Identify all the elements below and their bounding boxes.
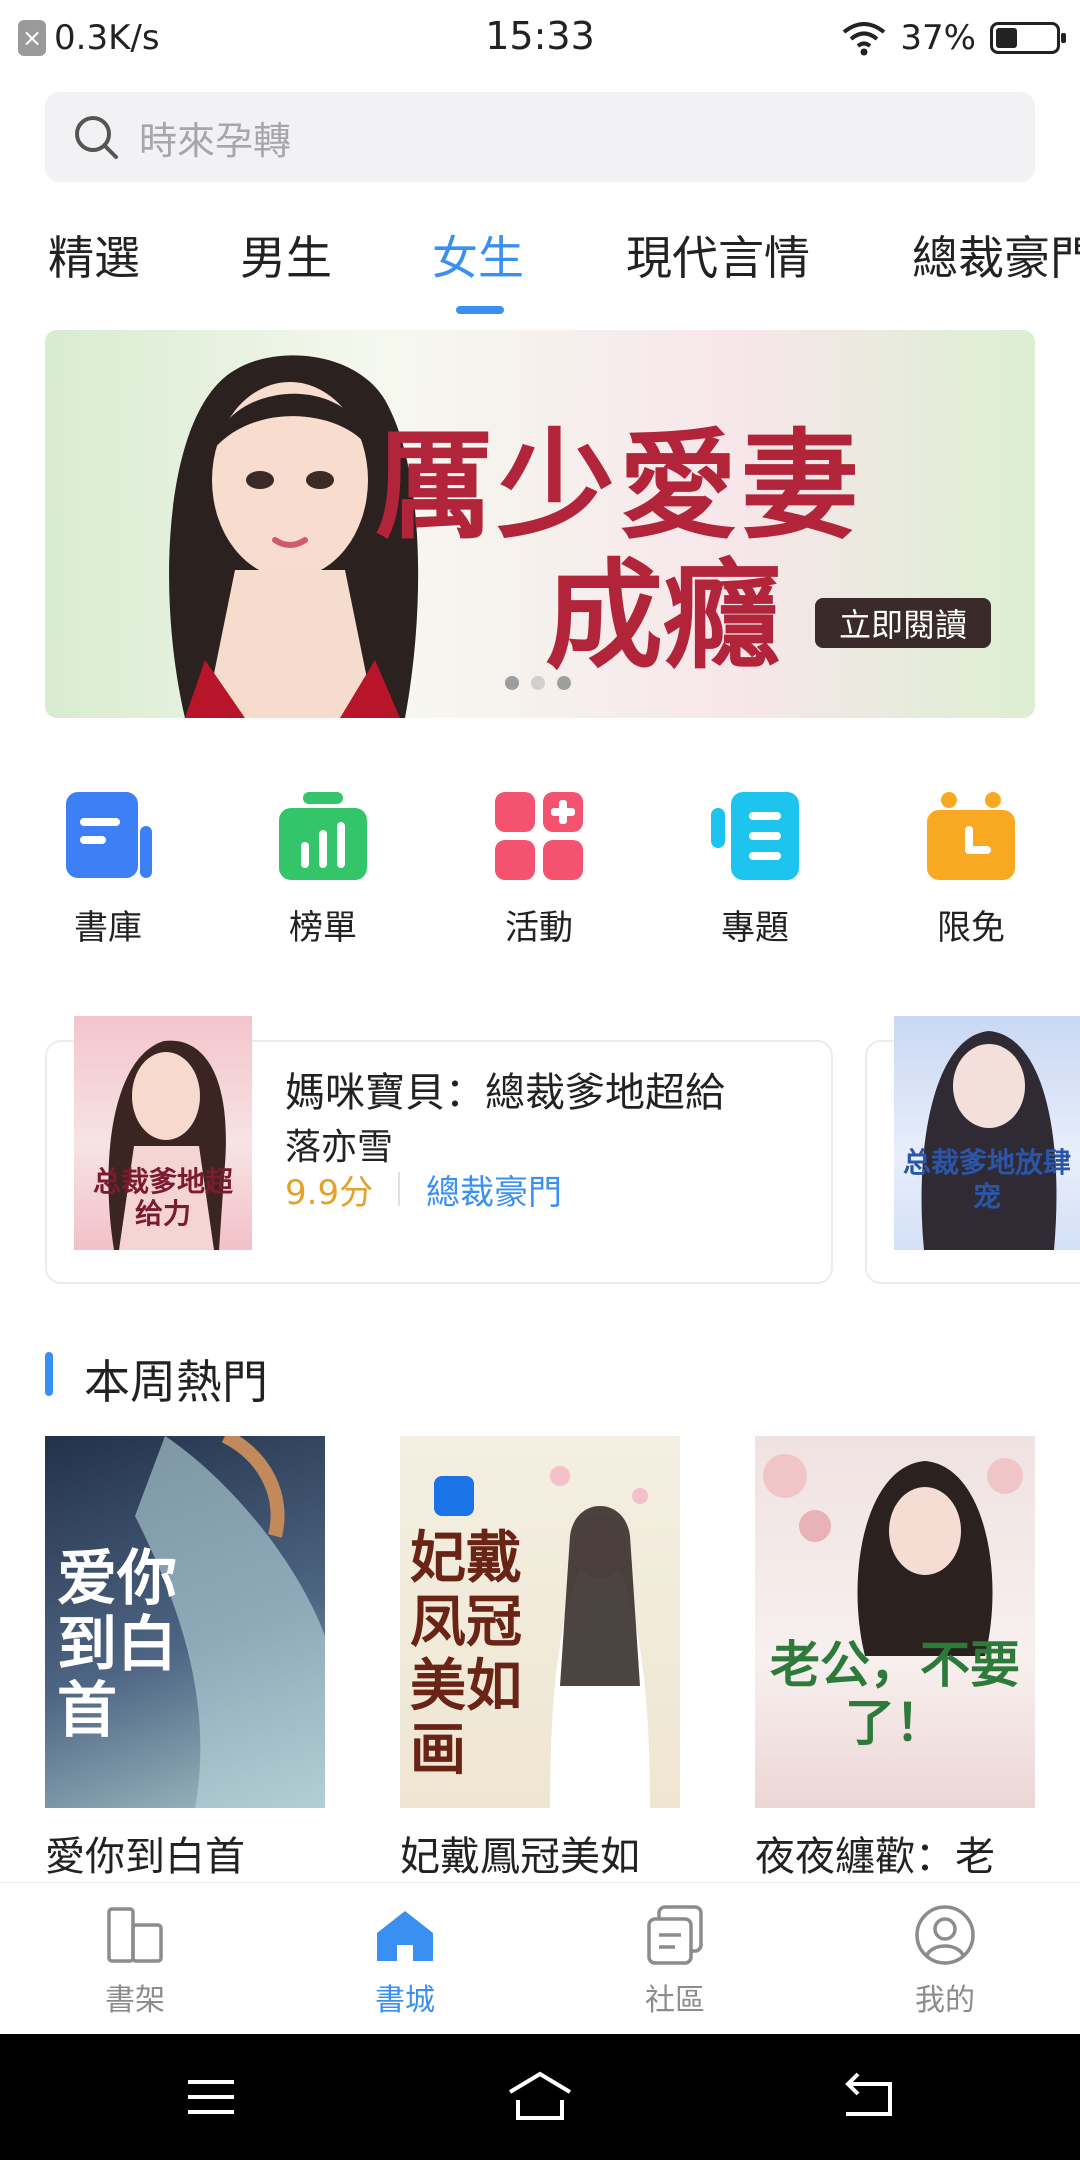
wifi-icon bbox=[843, 22, 886, 56]
topic-icon bbox=[711, 792, 799, 880]
quick-link-label: 書庫 bbox=[74, 908, 142, 948]
featured-book-title: 媽咪寶貝：總裁爹地超給 bbox=[285, 1070, 725, 1116]
divider bbox=[398, 1172, 400, 1206]
tab-female[interactable]: 女生 bbox=[432, 222, 524, 288]
quick-link-ranking[interactable]: 榜單 bbox=[248, 790, 398, 949]
banner-title-line2: 成癮 bbox=[545, 546, 782, 685]
bottom-navigation: 書架 書城 社區 我的 bbox=[0, 1882, 1080, 2034]
status-bar: × 0.3K/s 15:33 37% bbox=[0, 0, 1080, 76]
book-cover-text: 老公，不要了！ bbox=[770, 1635, 1020, 1752]
banner-pagination bbox=[505, 676, 571, 690]
search-icon bbox=[75, 116, 118, 159]
book-cover-text: 爱你到白首 bbox=[57, 1544, 177, 1746]
quick-link-activity[interactable]: 活動 bbox=[464, 790, 614, 949]
quick-link-library[interactable]: 書庫 bbox=[33, 790, 183, 949]
battery-level bbox=[996, 28, 1017, 48]
quick-link-label: 活動 bbox=[505, 908, 573, 948]
nav-bookshelf[interactable]: 書架 bbox=[60, 1903, 210, 2019]
read-now-button[interactable]: 立即閱讀 bbox=[815, 598, 991, 648]
tab-modern-romance[interactable]: 現代言情 bbox=[626, 222, 810, 288]
system-navigation-bar bbox=[0, 2034, 1080, 2160]
back-icon[interactable] bbox=[840, 2070, 896, 2124]
weekly-book[interactable]: 爱你到白首 愛你到白首 bbox=[45, 1436, 325, 1882]
book-title: 愛你到白首 bbox=[45, 1834, 245, 1880]
bookstore-home-icon bbox=[377, 1911, 433, 1961]
book-library-icon bbox=[66, 792, 152, 878]
section-title: 本周熱門 bbox=[84, 1355, 268, 1409]
home-icon[interactable] bbox=[506, 2070, 574, 2124]
battery-icon bbox=[990, 22, 1066, 54]
weekly-book[interactable]: 老公，不要了！ 夜夜纏歡：老 bbox=[755, 1436, 1035, 1882]
search-placeholder: 時來孕轉 bbox=[139, 118, 292, 163]
quick-link-label: 專題 bbox=[721, 908, 789, 948]
battery-percent: 37% bbox=[900, 18, 976, 58]
nav-label: 書架 bbox=[105, 1983, 165, 2018]
book-cover[interactable]: 爱你到白首 bbox=[45, 1436, 325, 1808]
featured-book-genre[interactable]: 總裁豪門 bbox=[426, 1165, 562, 1214]
nav-label: 社區 bbox=[645, 1983, 705, 2018]
book-title: 妃戴鳳冠美如 bbox=[400, 1834, 640, 1880]
search-bar[interactable]: 時來孕轉 bbox=[45, 92, 1035, 182]
quick-link-topic[interactable]: 專題 bbox=[680, 790, 830, 949]
tab-featured[interactable]: 精選 bbox=[48, 222, 140, 288]
category-tabs: 精選 男生 女生 現代言情 總裁豪門 bbox=[0, 214, 1080, 314]
free-limited-icon bbox=[927, 792, 1015, 880]
nav-profile[interactable]: 我的 bbox=[870, 1903, 1020, 2019]
quick-link-label: 榜單 bbox=[289, 908, 357, 948]
cover-illustration bbox=[921, 1031, 1057, 1250]
nav-label: 我的 bbox=[915, 1983, 975, 2018]
weekly-book[interactable]: 妃戴凤冠美如画 妃戴鳳冠美如 bbox=[400, 1436, 680, 1882]
quick-link-label: 限免 bbox=[937, 908, 1005, 948]
tab-ceo-romance[interactable]: 總裁豪門 bbox=[912, 222, 1080, 288]
quick-link-free[interactable]: 限免 bbox=[896, 790, 1046, 949]
cover-illustration bbox=[763, 1454, 1023, 1656]
bookshelf-icon bbox=[107, 1907, 163, 1963]
section-accent-bar bbox=[45, 1352, 53, 1396]
banner-dot bbox=[557, 676, 571, 690]
featured-book-score: 9.9分 bbox=[285, 1173, 374, 1213]
quick-links: 書庫 榜單 活動 專題 限免 bbox=[0, 790, 1080, 950]
activity-icon bbox=[495, 792, 583, 880]
nav-bookstore[interactable]: 書城 bbox=[330, 1903, 480, 2019]
nav-label: 書城 bbox=[375, 1983, 435, 2018]
featured-book-author: 落亦雪 bbox=[285, 1127, 394, 1168]
profile-icon bbox=[915, 1905, 975, 1965]
book-title: 夜夜纏歡：老 bbox=[755, 1834, 995, 1880]
ranking-icon bbox=[279, 792, 367, 880]
banner-dot bbox=[531, 676, 545, 690]
community-icon bbox=[647, 1905, 703, 1965]
promo-banner[interactable]: 厲少愛妻 成癮 立即閱讀 bbox=[45, 330, 1035, 718]
book-cover[interactable]: 老公，不要了！ bbox=[755, 1436, 1035, 1808]
book-cover[interactable]: 妃戴凤冠美如画 bbox=[400, 1436, 680, 1808]
featured-book-cover[interactable]: 总裁爹地放肆宠 bbox=[894, 1016, 1080, 1250]
status-right: 37% bbox=[842, 14, 1066, 62]
tab-male[interactable]: 男生 bbox=[240, 222, 332, 288]
active-tab-indicator bbox=[456, 306, 504, 314]
featured-cover-text: 总裁爹地放肆宠 bbox=[902, 1146, 1071, 1213]
featured-cover-text: 总裁爹地超给力 bbox=[92, 1165, 233, 1230]
nav-community[interactable]: 社區 bbox=[600, 1903, 750, 2019]
featured-book-cover[interactable]: 总裁爹地超给力 bbox=[74, 1016, 252, 1250]
book-cover-text: 妃戴凤冠美如画 bbox=[410, 1525, 522, 1783]
banner-dot bbox=[505, 676, 519, 690]
menu-icon[interactable] bbox=[184, 2070, 238, 2124]
